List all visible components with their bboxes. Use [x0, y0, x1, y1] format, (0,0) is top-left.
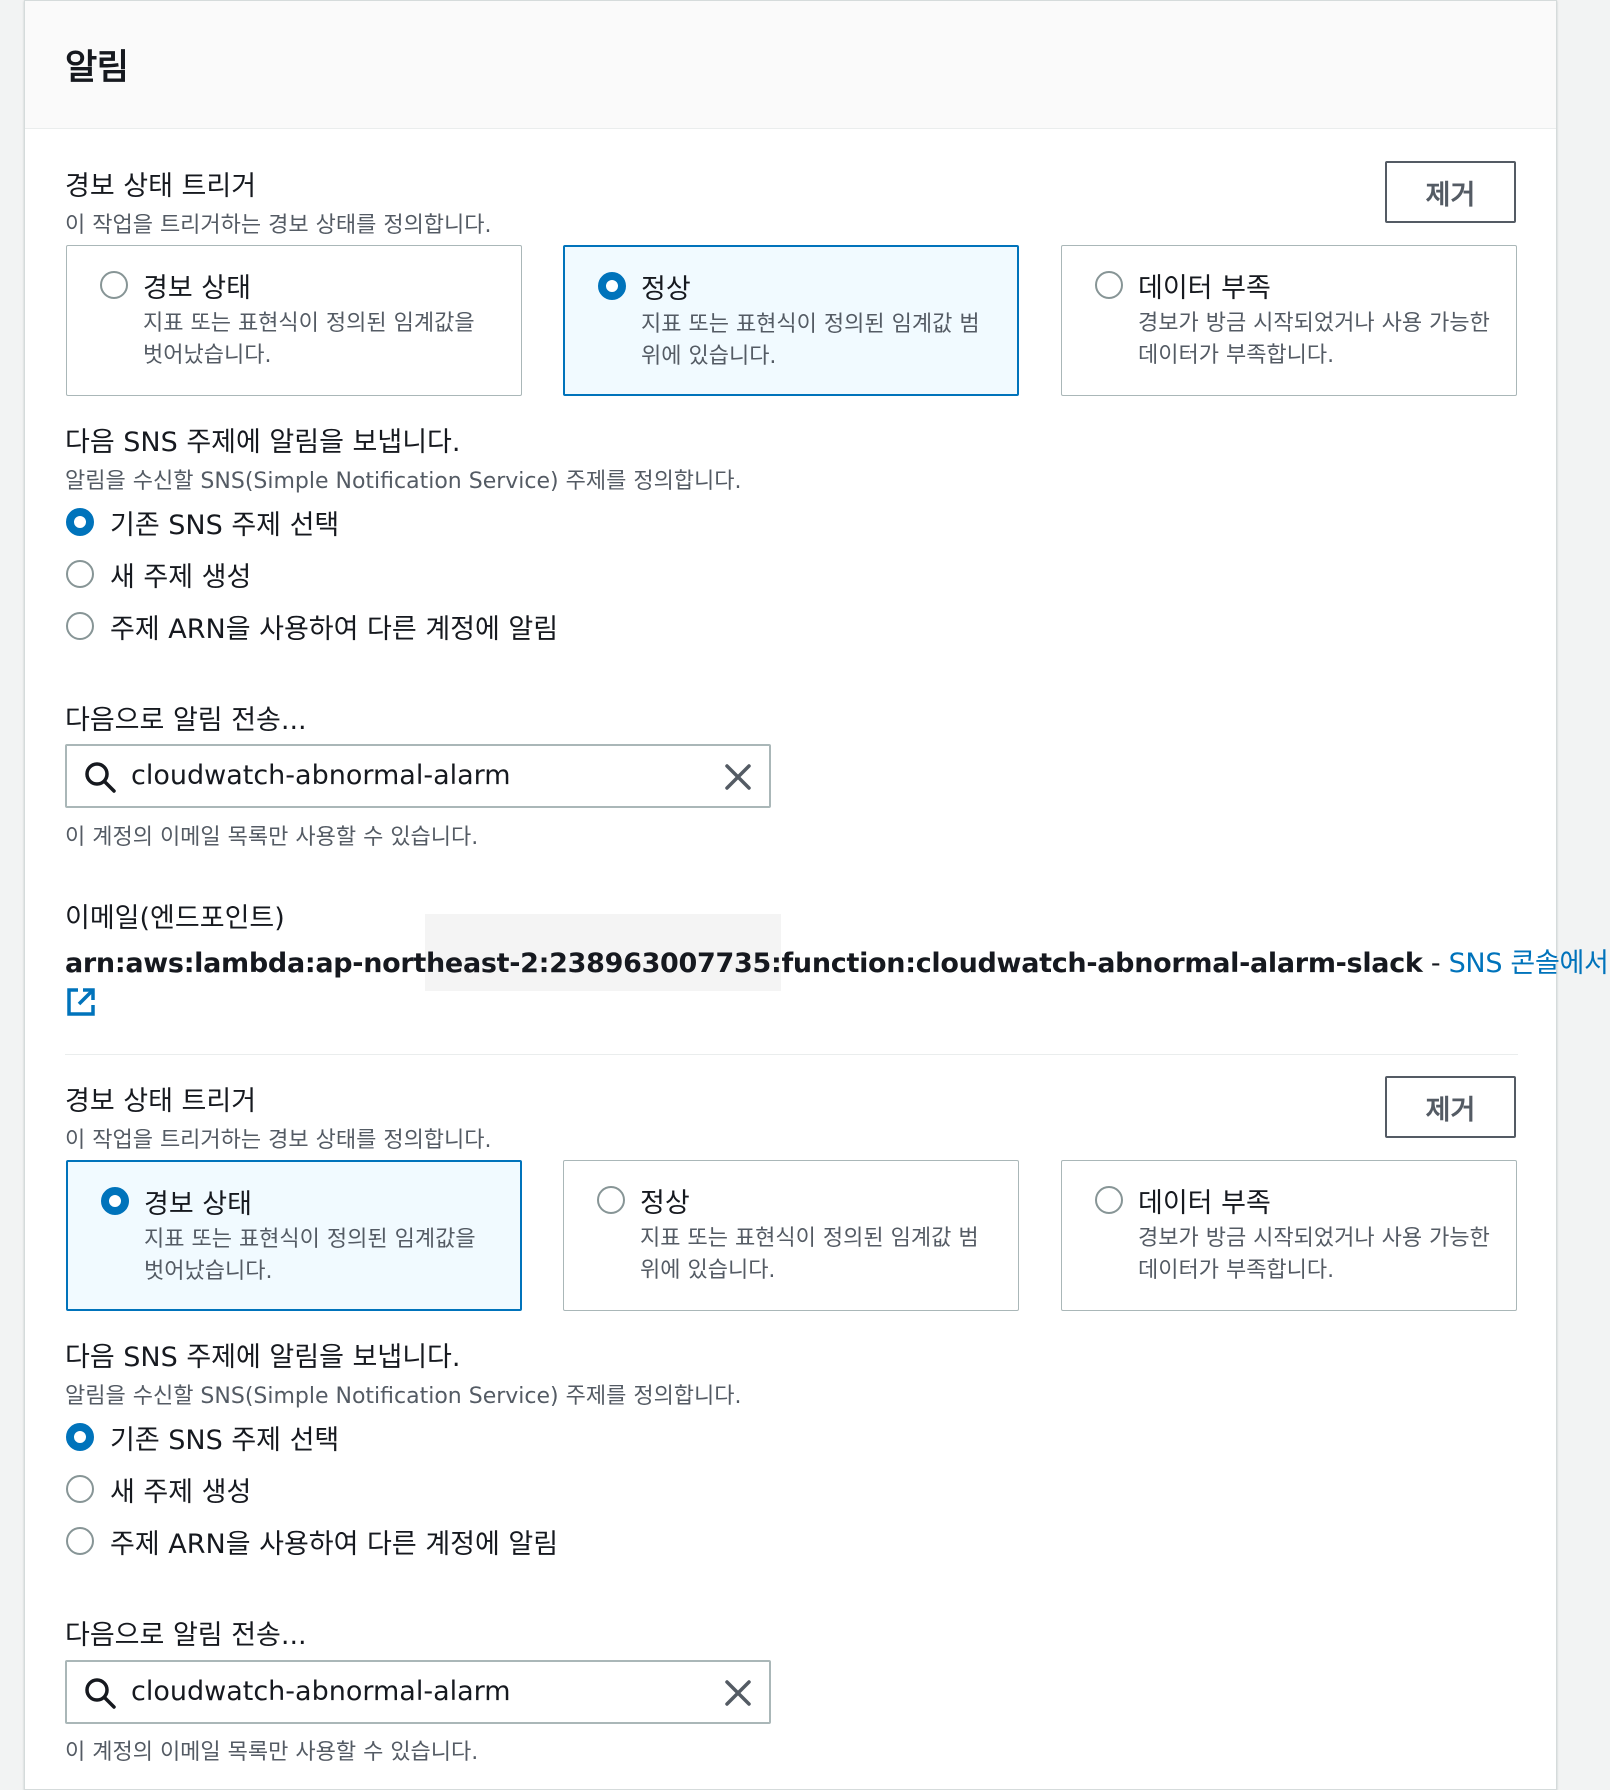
- option-label: 새 주제 생성: [110, 1476, 252, 1508]
- radio-button-selected[interactable]: [66, 508, 94, 536]
- option-label: 기존 SNS 주제 선택: [110, 1424, 340, 1456]
- trigger-desc: 이 작업을 트리거하는 경보 상태를 정의합니다.: [65, 1128, 492, 1153]
- state-desc: 지표 또는 표현식이 정의된 임계값을 벗어났습니다.: [144, 1227, 476, 1284]
- notification-panel: 알림 경보 상태 트리거 이 작업을 트리거하는 경보 상태를 정의합니다. 제…: [24, 0, 1610, 1790]
- remove-button[interactable]: 제거: [1385, 161, 1516, 223]
- send-to-label: 다음으로 알림 전송...: [65, 705, 307, 736]
- send-to-hint: 이 계정의 이메일 목록만 사용할 수 있습니다.: [65, 825, 479, 850]
- sns-label: 다음 SNS 주제에 알림을 보냅니다.: [65, 1342, 461, 1373]
- option-label: 새 주제 생성: [110, 561, 252, 593]
- sns-option-existing[interactable]: 기존 SNS 주제 선택: [65, 504, 340, 541]
- sns-console-link[interactable]: SNS 콘솔에서 보기: [1449, 948, 1610, 979]
- radio-button-selected[interactable]: [598, 272, 626, 300]
- state-desc: 경보가 방금 시작되었거나 사용 가능한 데이터가 부족합니다.: [1138, 1226, 1490, 1283]
- trigger-desc: 이 작업을 트리거하는 경보 상태를 정의합니다.: [65, 213, 492, 238]
- state-tile-insufficient[interactable]: 데이터 부족 경보가 방금 시작되었거나 사용 가능한 데이터가 부족합니다.: [1061, 1160, 1517, 1311]
- radio-button[interactable]: [66, 1527, 94, 1555]
- panel-header: 알림: [25, 1, 1556, 129]
- endpoint-arn: arn:aws:lambda:ap-northeast-2:2389630077…: [65, 948, 1423, 979]
- endpoint-separator: -: [1422, 948, 1449, 979]
- state-tile-alarm[interactable]: 경보 상태 지표 또는 표현식이 정의된 임계값을 벗어났습니다.: [66, 245, 522, 396]
- option-label: 주제 ARN을 사용하여 다른 계정에 알림: [110, 613, 559, 645]
- state-desc: 지표 또는 표현식이 정의된 임계값 범위에 있습니다.: [641, 312, 980, 369]
- state-title: 데이터 부족: [1138, 1188, 1271, 1219]
- search-value: cloudwatch-abnormal-alarm: [131, 1676, 511, 1707]
- topic-search-input[interactable]: cloudwatch-abnormal-alarm: [65, 744, 771, 808]
- option-label: 주제 ARN을 사용하여 다른 계정에 알림: [110, 1528, 559, 1560]
- sns-option-new[interactable]: 새 주제 생성: [65, 1471, 252, 1508]
- search-icon: [83, 760, 117, 798]
- option-label: 기존 SNS 주제 선택: [110, 509, 340, 541]
- close-icon[interactable]: [723, 762, 753, 796]
- remove-button[interactable]: 제거: [1385, 1076, 1516, 1138]
- radio-button[interactable]: [597, 1186, 625, 1214]
- state-title: 경보 상태: [143, 273, 251, 304]
- section-divider: [65, 1054, 1518, 1055]
- send-to-hint: 이 계정의 이메일 목록만 사용할 수 있습니다.: [65, 1740, 479, 1765]
- state-title: 정상: [641, 274, 691, 305]
- radio-button[interactable]: [1095, 271, 1123, 299]
- radio-button[interactable]: [1095, 1186, 1123, 1214]
- sns-option-existing[interactable]: 기존 SNS 주제 선택: [65, 1419, 340, 1456]
- sns-option-arn[interactable]: 주제 ARN을 사용하여 다른 계정에 알림: [65, 608, 559, 645]
- topic-search-input[interactable]: cloudwatch-abnormal-alarm: [65, 1660, 771, 1724]
- sns-desc: 알림을 수신할 SNS(Simple Notification Service)…: [65, 1384, 742, 1409]
- state-tile-insufficient[interactable]: 데이터 부족 경보가 방금 시작되었거나 사용 가능한 데이터가 부족합니다.: [1061, 245, 1517, 396]
- search-icon: [83, 1676, 117, 1714]
- trigger-label: 경보 상태 트리거: [65, 171, 257, 202]
- endpoint-label: 이메일(엔드포인트): [65, 903, 285, 934]
- endpoint-line: arn:aws:lambda:ap-northeast-2:2389630077…: [65, 941, 1610, 980]
- state-tile-ok[interactable]: 정상 지표 또는 표현식이 정의된 임계값 범위에 있습니다.: [563, 1160, 1019, 1311]
- radio-button-selected[interactable]: [66, 1423, 94, 1451]
- state-tile-ok[interactable]: 정상 지표 또는 표현식이 정의된 임계값 범위에 있습니다.: [563, 245, 1019, 396]
- state-desc: 경보가 방금 시작되었거나 사용 가능한 데이터가 부족합니다.: [1138, 311, 1490, 368]
- panel-title: 알림: [65, 48, 129, 88]
- radio-button[interactable]: [66, 560, 94, 588]
- close-icon[interactable]: [723, 1678, 753, 1712]
- search-value: cloudwatch-abnormal-alarm: [131, 760, 511, 791]
- state-desc: 지표 또는 표현식이 정의된 임계값을 벗어났습니다.: [143, 311, 475, 368]
- sns-option-arn[interactable]: 주제 ARN을 사용하여 다른 계정에 알림: [65, 1523, 559, 1560]
- sns-desc: 알림을 수신할 SNS(Simple Notification Service)…: [65, 469, 742, 494]
- state-tile-alarm[interactable]: 경보 상태 지표 또는 표현식이 정의된 임계값을 벗어났습니다.: [66, 1160, 522, 1311]
- radio-button[interactable]: [66, 612, 94, 640]
- send-to-label: 다음으로 알림 전송...: [65, 1620, 307, 1651]
- state-title: 데이터 부족: [1138, 273, 1271, 304]
- radio-button-selected[interactable]: [101, 1187, 129, 1215]
- trigger-label: 경보 상태 트리거: [65, 1086, 257, 1117]
- external-link-icon[interactable]: [65, 986, 97, 1022]
- sns-option-new[interactable]: 새 주제 생성: [65, 556, 252, 593]
- state-desc: 지표 또는 표현식이 정의된 임계값 범위에 있습니다.: [640, 1226, 979, 1283]
- sns-label: 다음 SNS 주제에 알림을 보냅니다.: [65, 427, 461, 458]
- state-title: 정상: [640, 1188, 690, 1219]
- radio-button[interactable]: [66, 1475, 94, 1503]
- state-title: 경보 상태: [144, 1189, 252, 1220]
- radio-button[interactable]: [100, 271, 128, 299]
